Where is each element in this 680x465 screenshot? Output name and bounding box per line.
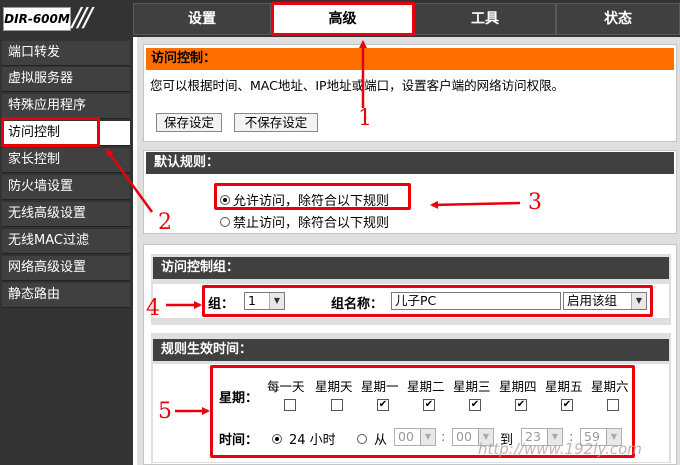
annotation-number-1: 1 xyxy=(358,106,372,131)
arrow-icon xyxy=(430,200,521,209)
annotation-number-5: 5 xyxy=(158,399,172,424)
annotation-arrows xyxy=(105,40,521,415)
arrow-icon xyxy=(105,148,154,213)
annotation-number-3: 3 xyxy=(528,190,542,215)
annotation-number-2: 2 xyxy=(158,210,172,235)
annotation-number-4: 4 xyxy=(146,296,160,321)
watermark: http://www.192ly.com xyxy=(478,440,642,458)
